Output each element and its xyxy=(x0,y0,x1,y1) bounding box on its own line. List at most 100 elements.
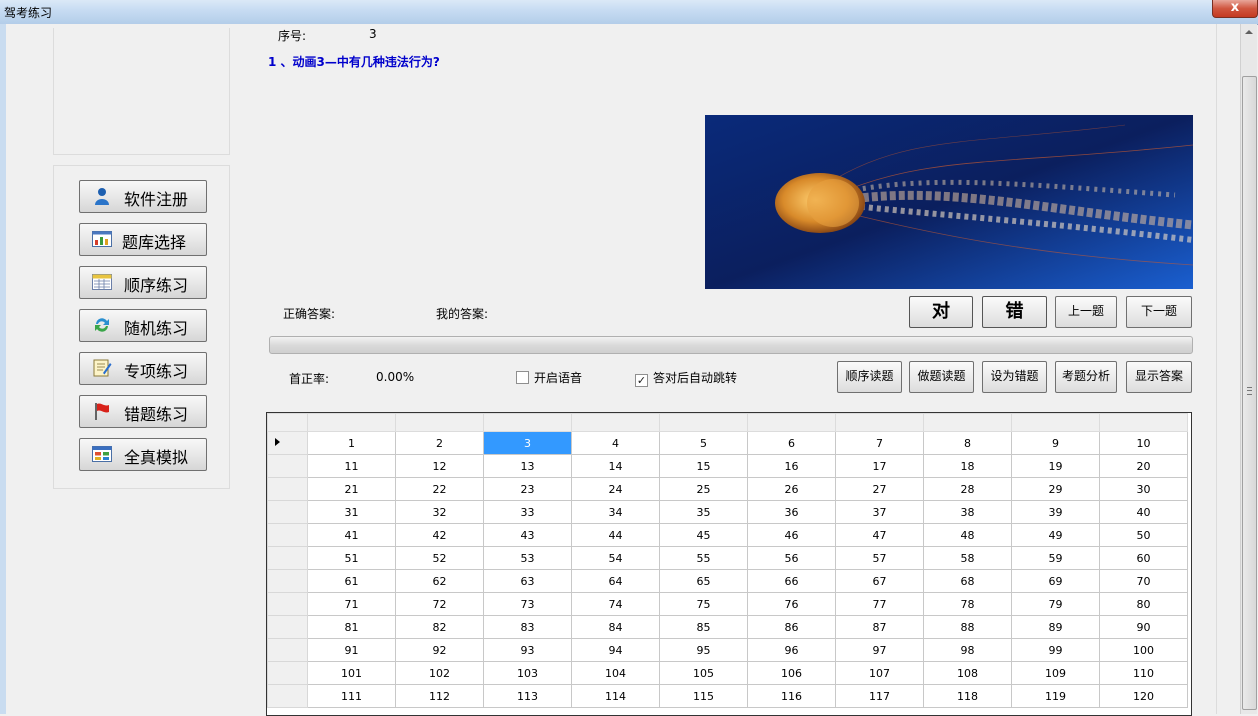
grid-column-header[interactable] xyxy=(659,413,748,432)
grid-cell[interactable]: 102 xyxy=(395,661,484,685)
grid-cell[interactable]: 86 xyxy=(747,615,836,639)
grid-row[interactable]: 1 2 3 4 5 6 7 8 9 10 xyxy=(267,431,1188,455)
grid-cell[interactable]: 70 xyxy=(1099,569,1188,593)
grid-cell[interactable]: 58 xyxy=(923,546,1012,570)
random-practice-button[interactable]: 随机练习 xyxy=(79,309,207,342)
grid-cell[interactable]: 61 xyxy=(307,569,396,593)
grid-cell[interactable]: 79 xyxy=(1011,592,1100,616)
grid-cell[interactable]: 15 xyxy=(659,454,748,478)
grid-row-header[interactable] xyxy=(267,546,308,570)
grid-cell[interactable]: 10 xyxy=(1099,431,1188,455)
grid-cell[interactable]: 64 xyxy=(571,569,660,593)
grid-cell[interactable]: 48 xyxy=(923,523,1012,547)
grid-cell[interactable]: 28 xyxy=(923,477,1012,501)
grid-cell[interactable]: 65 xyxy=(659,569,748,593)
grid-cell[interactable]: 41 xyxy=(307,523,396,547)
grid-cell[interactable]: 101 xyxy=(307,661,396,685)
grid-cell[interactable]: 4 xyxy=(571,431,660,455)
grid-row-header[interactable] xyxy=(267,638,308,662)
grid-row-header[interactable] xyxy=(267,477,308,501)
grid-cell[interactable]: 111 xyxy=(307,684,396,708)
true-button[interactable]: 对 xyxy=(909,296,973,328)
grid-cell[interactable]: 27 xyxy=(835,477,924,501)
sequence-practice-button[interactable]: 顺序练习 xyxy=(79,266,207,299)
grid-cell[interactable]: 52 xyxy=(395,546,484,570)
grid-cell[interactable]: 5 xyxy=(659,431,748,455)
grid-row[interactable]: 101 102 103 104 105 106 107 108 109 110 xyxy=(267,661,1188,685)
grid-cell[interactable]: 36 xyxy=(747,500,836,524)
grid-cell[interactable]: 7 xyxy=(835,431,924,455)
grid-cell[interactable]: 112 xyxy=(395,684,484,708)
grid-cell[interactable]: 115 xyxy=(659,684,748,708)
next-question-button[interactable]: 下一题 xyxy=(1126,296,1192,328)
grid-cell[interactable]: 90 xyxy=(1099,615,1188,639)
grid-cell[interactable]: 75 xyxy=(659,592,748,616)
grid-cell[interactable]: 93 xyxy=(483,638,572,662)
grid-cell[interactable]: 33 xyxy=(483,500,572,524)
grid-cell[interactable]: 66 xyxy=(747,569,836,593)
grid-cell[interactable]: 11 xyxy=(307,454,396,478)
grid-cell[interactable]: 110 xyxy=(1099,661,1188,685)
grid-cell[interactable]: 37 xyxy=(835,500,924,524)
grid-cell[interactable]: 77 xyxy=(835,592,924,616)
grid-cell[interactable]: 119 xyxy=(1011,684,1100,708)
grid-cell[interactable]: 67 xyxy=(835,569,924,593)
grid-column-header[interactable] xyxy=(571,413,660,432)
grid-cell[interactable]: 95 xyxy=(659,638,748,662)
mark-wrong-button[interactable]: 设为错题 xyxy=(982,361,1047,393)
grid-cell[interactable]: 55 xyxy=(659,546,748,570)
grid-row-header[interactable] xyxy=(267,615,308,639)
grid-cell[interactable]: 12 xyxy=(395,454,484,478)
bank-select-button[interactable]: 题库选择 xyxy=(79,223,207,256)
grid-cell[interactable]: 69 xyxy=(1011,569,1100,593)
grid-cell[interactable]: 9 xyxy=(1011,431,1100,455)
grid-cell[interactable]: 17 xyxy=(835,454,924,478)
grid-cell[interactable]: 82 xyxy=(395,615,484,639)
analysis-button[interactable]: 考题分析 xyxy=(1055,361,1117,393)
grid-row[interactable]: 51 52 53 54 55 56 57 58 59 60 xyxy=(267,546,1188,570)
grid-cell[interactable]: 113 xyxy=(483,684,572,708)
grid-cell[interactable]: 118 xyxy=(923,684,1012,708)
grid-cell[interactable]: 71 xyxy=(307,592,396,616)
grid-row[interactable]: 111 112 113 114 115 116 117 118 119 120 xyxy=(267,684,1188,708)
scroll-thumb[interactable] xyxy=(1242,76,1257,710)
grid-cell[interactable]: 25 xyxy=(659,477,748,501)
grid-cell[interactable]: 32 xyxy=(395,500,484,524)
grid-cell[interactable]: 117 xyxy=(835,684,924,708)
grid-cell[interactable]: 43 xyxy=(483,523,572,547)
grid-cell[interactable]: 87 xyxy=(835,615,924,639)
sequence-read-button[interactable]: 顺序读题 xyxy=(837,361,902,393)
grid-row-header[interactable] xyxy=(267,454,308,478)
grid-cell[interactable]: 49 xyxy=(1011,523,1100,547)
prev-question-button[interactable]: 上一题 xyxy=(1055,296,1117,328)
grid-cell[interactable]: 73 xyxy=(483,592,572,616)
autojump-checkbox-box[interactable]: ✓ xyxy=(635,374,648,387)
grid-cell[interactable]: 63 xyxy=(483,569,572,593)
topic-practice-button[interactable]: 专项练习 xyxy=(79,352,207,385)
grid-cell[interactable]: 98 xyxy=(923,638,1012,662)
vertical-scrollbar[interactable] xyxy=(1240,24,1257,714)
voice-checkbox-box[interactable] xyxy=(516,371,529,384)
grid-cell[interactable]: 80 xyxy=(1099,592,1188,616)
grid-corner[interactable] xyxy=(267,413,308,432)
grid-cell[interactable]: 120 xyxy=(1099,684,1188,708)
grid-column-header[interactable] xyxy=(747,413,836,432)
grid-cell[interactable]: 92 xyxy=(395,638,484,662)
grid-column-header[interactable] xyxy=(1099,413,1188,432)
grid-cell[interactable]: 30 xyxy=(1099,477,1188,501)
grid-cell[interactable]: 100 xyxy=(1099,638,1188,662)
grid-cell[interactable]: 21 xyxy=(307,477,396,501)
grid-cell[interactable]: 24 xyxy=(571,477,660,501)
practice-read-button[interactable]: 做题读题 xyxy=(909,361,974,393)
mock-exam-button[interactable]: 全真模拟 xyxy=(79,438,207,471)
grid-column-header[interactable] xyxy=(835,413,924,432)
grid-row[interactable]: 11 12 13 14 15 16 17 18 19 20 xyxy=(267,454,1188,478)
grid-cell[interactable]: 38 xyxy=(923,500,1012,524)
register-button[interactable]: 软件注册 xyxy=(79,180,207,213)
grid-cell[interactable]: 19 xyxy=(1011,454,1100,478)
grid-row[interactable]: 91 92 93 94 95 96 97 98 99 100 xyxy=(267,638,1188,662)
grid-row-header[interactable] xyxy=(267,661,308,685)
grid-cell[interactable]: 59 xyxy=(1011,546,1100,570)
grid-cell[interactable]: 2 xyxy=(395,431,484,455)
grid-row[interactable]: 61 62 63 64 65 66 67 68 69 70 xyxy=(267,569,1188,593)
